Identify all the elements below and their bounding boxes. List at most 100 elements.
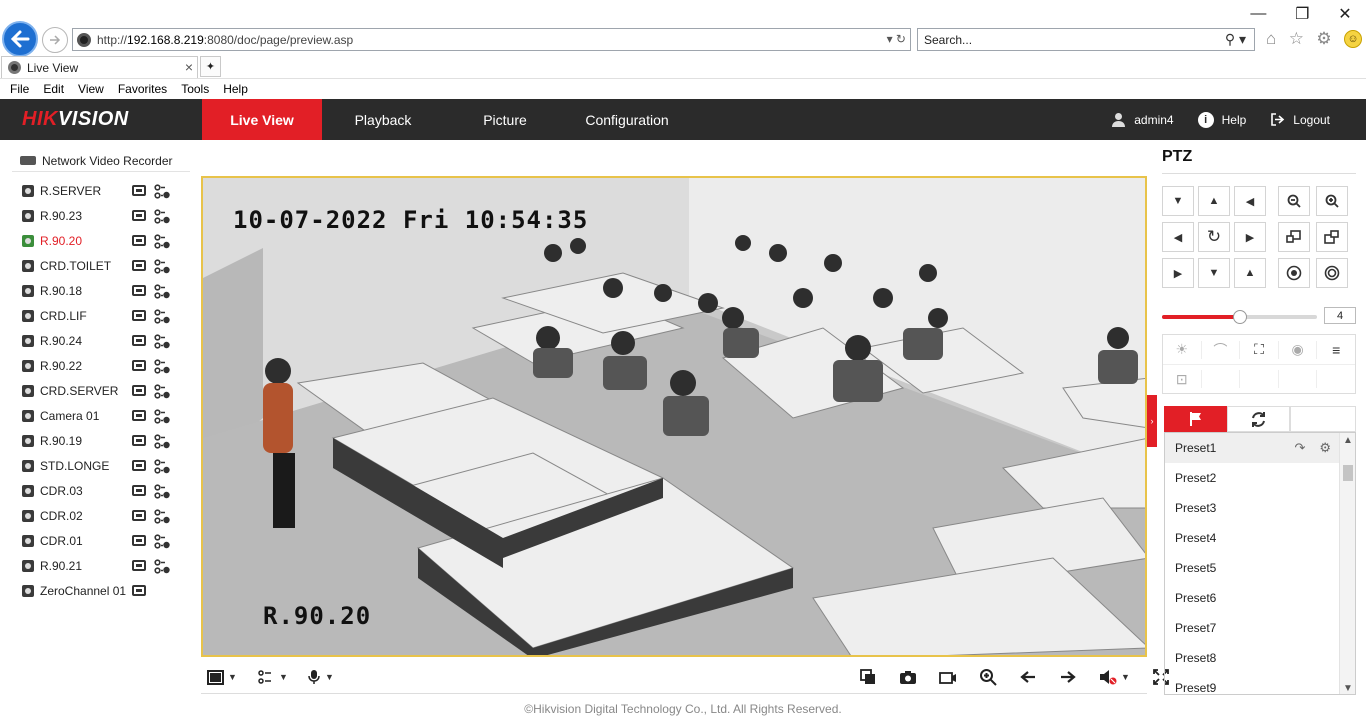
stream-icon[interactable] xyxy=(154,233,170,249)
new-tab-button[interactable]: ✦ xyxy=(200,56,221,77)
collapse-ptz-button[interactable]: › xyxy=(1147,395,1157,447)
tab-live-view[interactable]: Live View xyxy=(202,99,322,140)
stream-type-dropdown[interactable]: ▼ xyxy=(257,666,288,688)
tab-pattern[interactable] xyxy=(1290,406,1356,432)
ptz-down-right-button[interactable]: ▲ xyxy=(1234,258,1266,288)
stream-icon[interactable] xyxy=(154,308,170,324)
previous-page-icon[interactable] xyxy=(1019,668,1037,686)
scroll-thumb[interactable] xyxy=(1343,465,1353,481)
search-input[interactable]: Search... ⚲ ▾ xyxy=(917,28,1255,51)
lens-init-icon[interactable]: ◉ xyxy=(1279,340,1318,359)
record-icon[interactable] xyxy=(939,668,957,686)
camera-item[interactable]: R.90.18 xyxy=(12,278,190,303)
camera-item[interactable]: R.90.20 xyxy=(12,228,190,253)
menu-help[interactable]: Help xyxy=(223,82,248,96)
gear-icon[interactable]: ⚙ xyxy=(1316,29,1331,49)
menu-tools[interactable]: Tools xyxy=(181,82,209,96)
record-icon[interactable] xyxy=(132,285,146,296)
close-window-icon[interactable]: ✕ xyxy=(1338,4,1351,24)
ptz-auto-button[interactable]: ↻ xyxy=(1198,222,1230,252)
close-tab-icon[interactable]: × xyxy=(185,59,193,75)
logout-link[interactable]: Logout xyxy=(1270,112,1330,127)
record-icon[interactable] xyxy=(132,585,146,596)
scroll-up-icon[interactable]: ▲ xyxy=(1340,435,1355,446)
camera-item[interactable]: STD.LONGE xyxy=(12,453,190,478)
help-link[interactable]: i Help xyxy=(1197,111,1246,128)
audio-talk-dropdown[interactable]: ▼ xyxy=(307,666,334,688)
camera-item[interactable]: R.SERVER xyxy=(12,178,190,203)
iris-open-button[interactable] xyxy=(1278,258,1310,288)
goto-preset-icon[interactable]: ↷ xyxy=(1294,440,1305,456)
preset-settings-icon[interactable]: ⚙ xyxy=(1319,440,1331,456)
record-icon[interactable] xyxy=(132,410,146,421)
user-menu[interactable]: admin4 xyxy=(1111,112,1174,127)
camera-item[interactable]: CRD.TOILET xyxy=(12,253,190,278)
live-video[interactable]: 10-07-2022 Fri 10:54:35 R.90.20 xyxy=(201,176,1147,657)
preset-item[interactable]: Preset9 xyxy=(1165,673,1355,694)
preset-item[interactable]: Preset5 xyxy=(1165,553,1355,583)
camera-item[interactable]: ZeroChannel 01 xyxy=(12,578,190,603)
record-icon[interactable] xyxy=(132,210,146,221)
stream-icon[interactable] xyxy=(154,458,170,474)
record-icon[interactable] xyxy=(132,535,146,546)
ptz-speed-slider[interactable]: 4 xyxy=(1162,307,1356,327)
tab-picture[interactable]: Picture xyxy=(444,99,566,140)
preset-item[interactable]: Preset3 xyxy=(1165,493,1355,523)
camera-item[interactable]: R.90.24 xyxy=(12,328,190,353)
stream-icon[interactable] xyxy=(154,208,170,224)
one-touch-focus-icon[interactable]: ⛶ xyxy=(1240,340,1279,359)
stream-icon[interactable] xyxy=(154,283,170,299)
camera-capture-icon[interactable] xyxy=(899,668,917,686)
record-icon[interactable] xyxy=(132,360,146,371)
minimize-icon[interactable]: — xyxy=(1250,5,1266,23)
browser-tab[interactable]: Live View × xyxy=(1,56,198,78)
ptz-down-button[interactable]: ▼ xyxy=(1198,258,1230,288)
menu-view[interactable]: View xyxy=(78,82,104,96)
zoom-in-button[interactable] xyxy=(1316,186,1348,216)
record-icon[interactable] xyxy=(132,435,146,446)
camera-item[interactable]: R.90.21 xyxy=(12,553,190,578)
iris-close-button[interactable] xyxy=(1316,258,1348,288)
slider-handle[interactable] xyxy=(1232,310,1247,324)
preset-scrollbar[interactable]: ▲ ▼ xyxy=(1339,433,1355,694)
zoom-out-button[interactable] xyxy=(1278,186,1310,216)
camera-item[interactable]: CDR.02 xyxy=(12,503,190,528)
light-icon[interactable]: ☀ xyxy=(1163,340,1202,359)
preset-item[interactable]: Preset1 ↷ ⚙ xyxy=(1165,433,1355,463)
preset-item[interactable]: Preset7 xyxy=(1165,613,1355,643)
preset-item[interactable]: Preset4 xyxy=(1165,523,1355,553)
camera-item[interactable]: CRD.LIF xyxy=(12,303,190,328)
record-icon[interactable] xyxy=(132,310,146,321)
preset-item[interactable]: Preset2 xyxy=(1165,463,1355,493)
home-icon[interactable]: ⌂ xyxy=(1266,29,1276,49)
preset-item[interactable]: Preset6 xyxy=(1165,583,1355,613)
search-icon[interactable]: ⚲ ▾ xyxy=(1225,31,1246,48)
stream-icon[interactable] xyxy=(154,358,170,374)
record-icon[interactable] xyxy=(132,460,146,471)
camera-item[interactable]: R.90.22 xyxy=(12,353,190,378)
ptz-up-left-button[interactable]: ▼ xyxy=(1162,186,1194,216)
tab-configuration[interactable]: Configuration xyxy=(566,99,688,140)
stream-icon[interactable] xyxy=(154,258,170,274)
preset-item[interactable]: Preset8 xyxy=(1165,643,1355,673)
ptz-up-right-button[interactable]: ◀ xyxy=(1234,186,1266,216)
stream-icon[interactable] xyxy=(154,183,170,199)
stream-icon[interactable] xyxy=(154,433,170,449)
tab-playback[interactable]: Playback xyxy=(322,99,444,140)
record-icon[interactable] xyxy=(132,185,146,196)
ptz-up-button[interactable]: ▲ xyxy=(1198,186,1230,216)
restore-icon[interactable]: ❐ xyxy=(1295,4,1309,24)
camera-item[interactable]: R.90.23 xyxy=(12,203,190,228)
next-page-icon[interactable] xyxy=(1059,668,1077,686)
stream-icon[interactable] xyxy=(154,483,170,499)
address-bar[interactable]: http://192.168.8.219:8080/doc/page/previ… xyxy=(72,28,911,51)
tab-patrols[interactable] xyxy=(1227,406,1290,432)
menu-file[interactable]: File xyxy=(10,82,29,96)
focus-near-button[interactable] xyxy=(1278,222,1310,252)
record-icon[interactable] xyxy=(132,510,146,521)
area-focus-icon[interactable]: ⊡ xyxy=(1163,370,1202,388)
stream-icon[interactable] xyxy=(154,533,170,549)
menu-edit[interactable]: Edit xyxy=(43,82,64,96)
scroll-down-icon[interactable]: ▼ xyxy=(1340,683,1355,694)
record-icon[interactable] xyxy=(132,385,146,396)
